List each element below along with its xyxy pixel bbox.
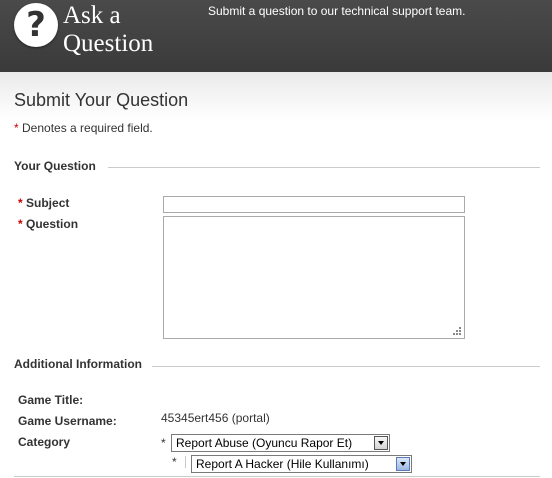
- subcategory-selected-value: Report A Hacker (Hile Kullanımı): [196, 457, 369, 471]
- page-title: Submit Your Question: [14, 90, 189, 110]
- field-divider: [185, 456, 186, 468]
- chevron-down-icon[interactable]: [374, 436, 388, 450]
- subject-input[interactable]: [163, 196, 465, 213]
- page-header: ? Ask a Question Submit a question to ou…: [0, 0, 552, 72]
- category-select[interactable]: Report Abuse (Oyuncu Rapor Et): [171, 434, 390, 452]
- game-username-value: 45345ert456 (portal): [161, 411, 270, 425]
- required-asterisk: *: [172, 455, 177, 469]
- subcategory-select[interactable]: Report A Hacker (Hile Kullanımı): [191, 455, 412, 473]
- logo-title: Ask a Question: [63, 2, 153, 58]
- section-your-question: Your Question: [14, 159, 96, 173]
- category-label: Category: [18, 435, 71, 449]
- section-divider: [14, 476, 540, 477]
- section-divider: [152, 366, 540, 367]
- question-mark-icon: ?: [14, 3, 58, 47]
- required-asterisk: *: [18, 196, 23, 210]
- required-asterisk: *: [18, 217, 23, 231]
- logo-line-2: Question: [63, 30, 154, 57]
- header-tagline: Submit a question to our technical suppo…: [208, 4, 466, 18]
- game-username-label: Game Username:: [18, 414, 117, 428]
- game-title-label: Game Title:: [18, 393, 84, 407]
- logo-line-1: Ask a: [63, 2, 121, 29]
- section-additional-information: Additional Information: [14, 357, 142, 371]
- required-note: * Denotes a required field.: [14, 121, 153, 135]
- subject-label-text: Subject: [26, 196, 70, 210]
- subject-label: * Subject: [18, 196, 69, 210]
- question-textarea[interactable]: [163, 216, 465, 339]
- chevron-down-icon[interactable]: [396, 457, 410, 471]
- question-label-text: Question: [26, 217, 79, 231]
- required-asterisk: *: [161, 436, 166, 450]
- question-label: * Question: [18, 217, 78, 231]
- required-note-text: Denotes a required field.: [18, 121, 153, 135]
- resize-grip-icon[interactable]: [451, 325, 461, 335]
- section-divider: [108, 167, 540, 168]
- category-selected-value: Report Abuse (Oyuncu Rapor Et): [176, 436, 353, 450]
